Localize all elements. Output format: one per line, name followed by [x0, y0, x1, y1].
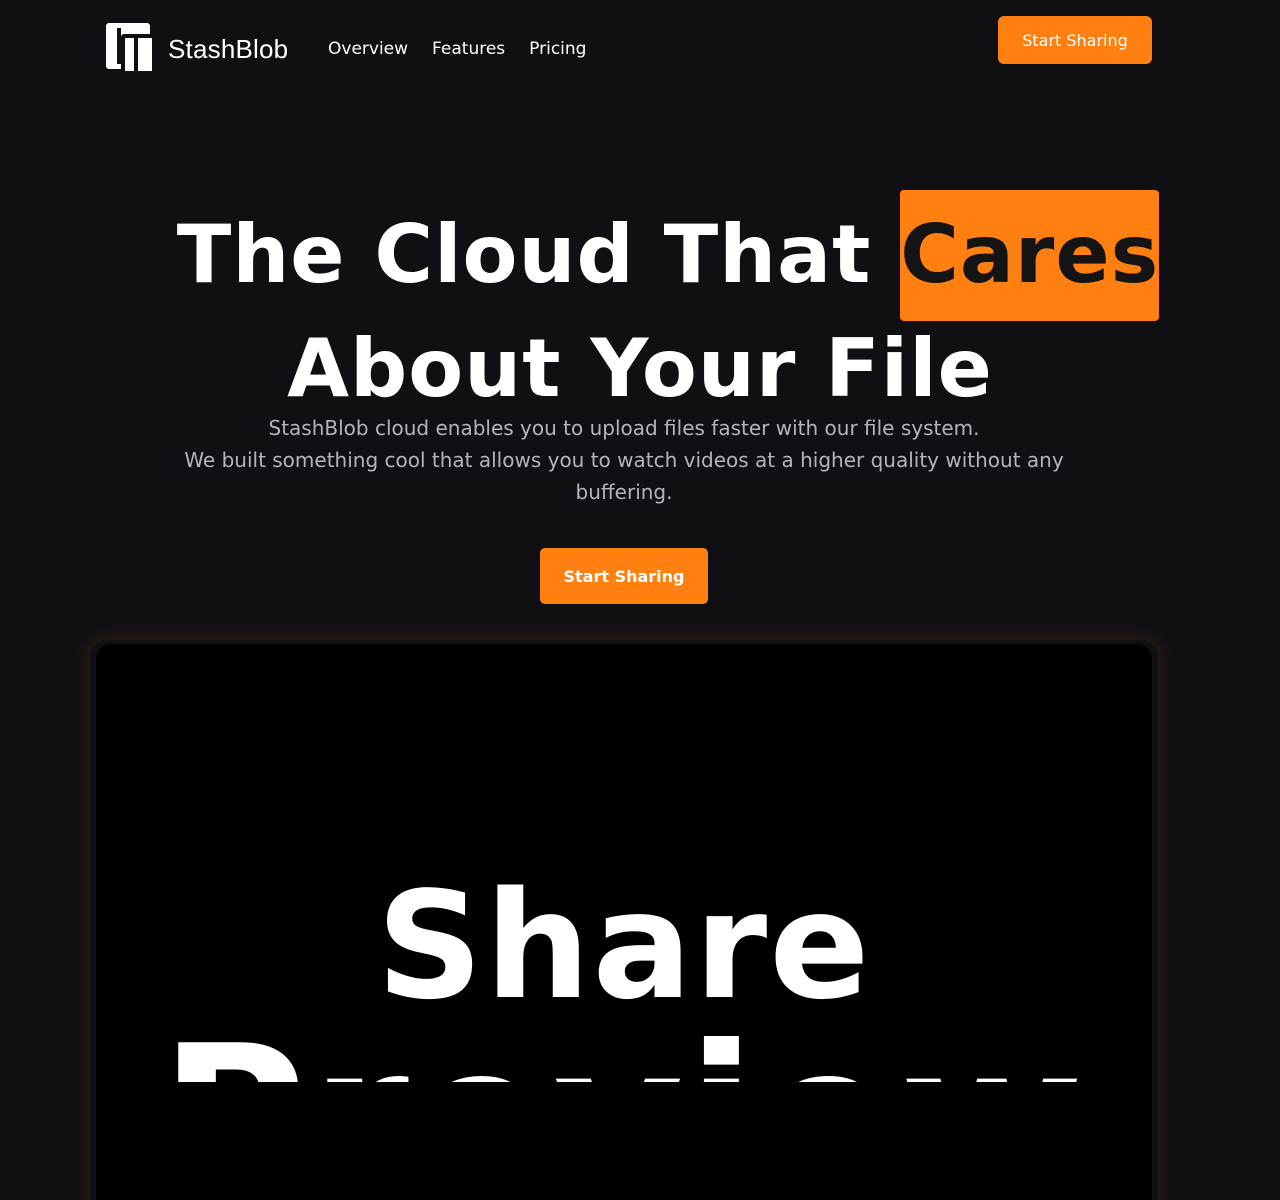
hero-title: The Cloud That Cares About Your File [0, 190, 1280, 417]
landing-page: StashBlob Overview Features Pricing Star… [0, 0, 1280, 1200]
hero-title-line-1: The Cloud That Cares [0, 190, 1280, 321]
preview-word-preview: Preview [96, 1020, 1152, 1082]
brand-logo-link[interactable]: StashBlob [104, 22, 288, 76]
nav-links: Overview Features Pricing [328, 38, 586, 60]
hero-subtitle-line-2: We built something cool that allows you … [184, 448, 1064, 504]
nav-link-features[interactable]: Features [432, 38, 505, 60]
hero-title-part1: The Cloud That [176, 208, 872, 301]
hero-subtitle: StashBlob cloud enables you to upload fi… [140, 412, 1108, 508]
preview-word-share: Share [376, 860, 872, 1032]
brand-name: StashBlob [168, 34, 289, 64]
hero-title-highlight: Cares [900, 190, 1160, 321]
hero-title-line-2: About Your File [287, 322, 993, 415]
top-nav: StashBlob Overview Features Pricing Star… [0, 0, 1280, 100]
hero-subtitle-line-1: StashBlob cloud enables you to upload fi… [268, 416, 980, 440]
nav-link-overview[interactable]: Overview [328, 38, 408, 60]
share-preview-panel: Share Preview [96, 644, 1152, 1200]
nav-start-sharing-button[interactable]: Start Sharing [998, 16, 1152, 64]
preview-word-clip: Preview [96, 1020, 1152, 1082]
nav-link-pricing[interactable]: Pricing [529, 38, 586, 60]
hero-start-sharing-button[interactable]: Start Sharing [540, 548, 708, 604]
stashblob-logo-icon [106, 23, 156, 75]
